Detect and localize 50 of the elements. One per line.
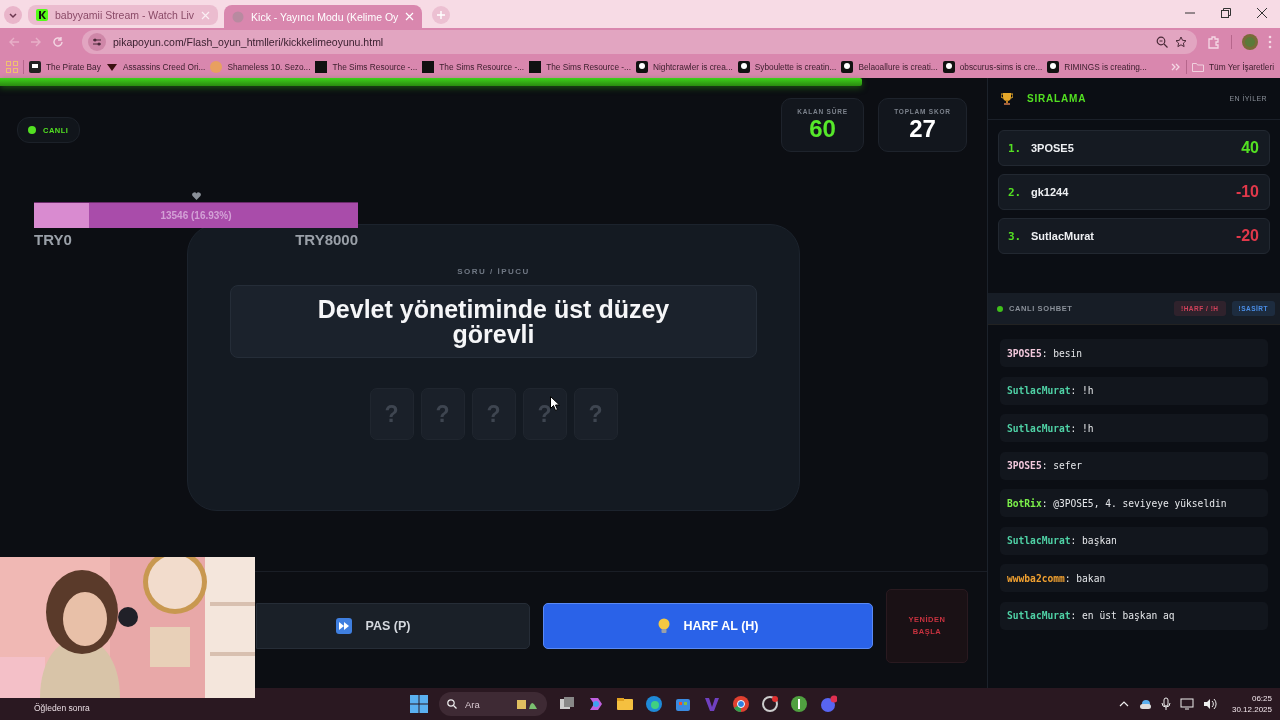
- chat-message: 3POSE5: sefer: [1000, 451, 1268, 480]
- stat-value: 27: [909, 114, 936, 143]
- chat-message: SutlacMurat: !h: [1000, 376, 1268, 405]
- stat-value: 60: [809, 114, 836, 143]
- player-name: SutlacMurat: [1031, 230, 1094, 242]
- player-score: 40: [1241, 139, 1259, 157]
- player-score: -20: [1235, 227, 1259, 245]
- bookmark[interactable]: Shameless 10. Sezo...: [210, 61, 311, 73]
- goal-max-label: TRY8000: [295, 231, 358, 248]
- rank-number: 3.: [1008, 229, 1023, 243]
- clock[interactable]: 06:25 30.12.2025: [1231, 693, 1272, 715]
- bookmark[interactable]: Nightcrawler is crea...: [636, 61, 733, 73]
- bookmark[interactable]: Syboulette is creatin...: [737, 61, 837, 73]
- bookmark[interactable]: RIMINGS is creating...: [1047, 61, 1147, 73]
- hint-button[interactable]: HARF AL (H): [543, 603, 873, 649]
- bookmark[interactable]: obscurus-sims is cre...: [942, 61, 1043, 73]
- chat-message: SutlacMurat: !h: [1000, 414, 1268, 442]
- goal-progress-text: 13546 (16.93%): [159, 209, 233, 223]
- chat-message: BotRix: @3POSE5, 4. seviyeye yükseldin: [1000, 489, 1268, 517]
- url-text: pikapoyun.com/Flash_oyun_htmlleri/kickkelimeoyunu.html: [113, 36, 385, 48]
- player-name: 3POSE5: [1031, 142, 1074, 154]
- goal-min-label: TRY0: [34, 231, 72, 248]
- chat-message: wwwba2comm: bakan: [1000, 564, 1268, 592]
- all-bookmarks[interactable]: Tüm Yer İşaretleri: [1191, 62, 1274, 72]
- player-score: -10: [1235, 183, 1259, 201]
- bookmark[interactable]: The Pirate Bay: [29, 61, 101, 73]
- letter-tile: ?: [420, 388, 465, 440]
- question-text: Devlet yönetiminde üst düzey görevli: [316, 296, 671, 347]
- question-label: SORU / İPUCU: [457, 267, 530, 276]
- bookmark[interactable]: Belaoallure is creati...: [841, 61, 938, 73]
- letter-tile: ?: [369, 388, 414, 440]
- browser-tab[interactable]: babyyamii Stream - Watch Liv: [28, 5, 219, 25]
- pass-button[interactable]: PAS (P): [256, 603, 530, 649]
- leaderboard-title: SIRALAMA: [1027, 93, 1087, 104]
- player-name: gk1244: [1031, 186, 1069, 198]
- address-bar[interactable]: pikapoyun.com/Flash_oyun_htmlleri/kickkelimeoyunu.html: [82, 30, 1197, 54]
- letter-tile: ?: [573, 388, 618, 440]
- letter-tile: ?: [522, 388, 567, 440]
- bookmark[interactable]: The Sims Resource -...: [529, 61, 631, 73]
- rank-number: 1.: [1008, 141, 1023, 155]
- weather-text: Öğleden sonra: [34, 703, 90, 713]
- chat-message: 3POSE5: besin: [1000, 339, 1268, 367]
- bookmark[interactable]: The Sims Resource -...: [315, 61, 418, 73]
- chat-message: SutlacMurat: başkan: [1000, 526, 1268, 555]
- letter-tile: ?: [471, 388, 516, 440]
- bookmark[interactable]: Assassins Creed Ori...: [105, 61, 206, 73]
- bookmark[interactable]: The Sims Resource -...: [422, 61, 525, 73]
- search-field[interactable]: Ara: [439, 692, 547, 716]
- rank-number: 2.: [1008, 185, 1023, 199]
- chat-message: SutlacMurat: en üst başkan aq: [1000, 601, 1268, 630]
